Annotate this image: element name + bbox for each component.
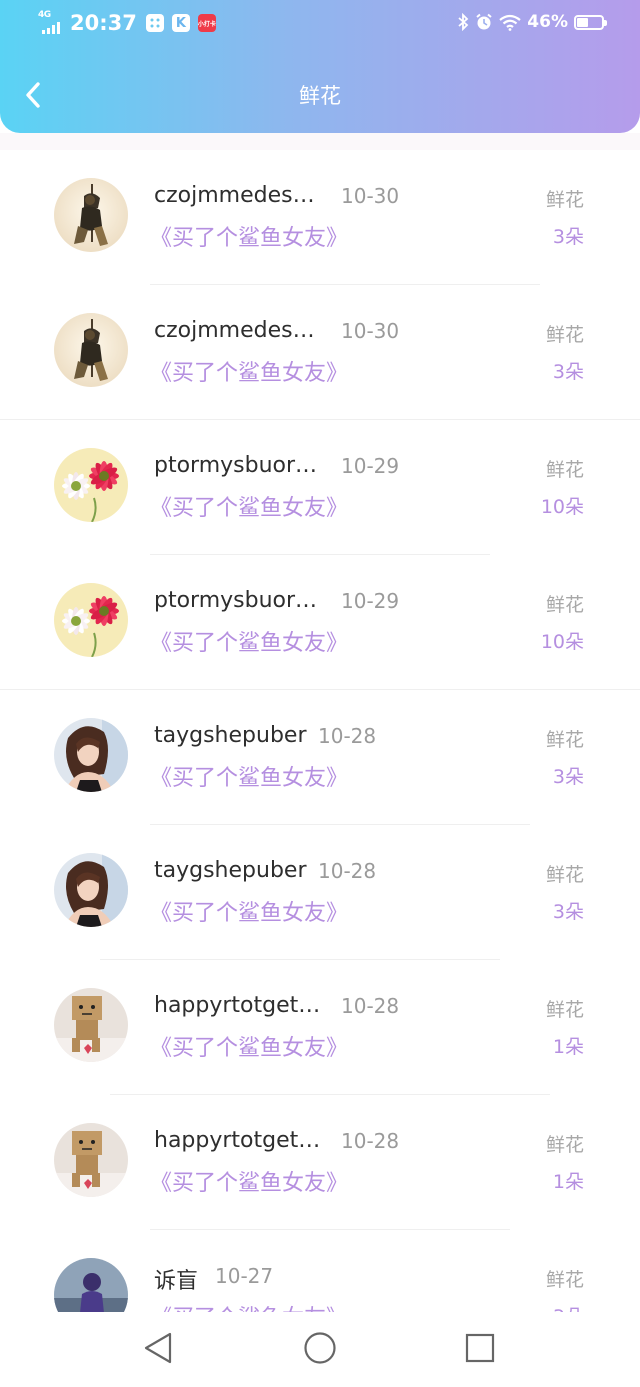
gift-type: 鲜花 — [545, 189, 584, 211]
user-name: happyrtotget… — [154, 993, 321, 1018]
list-item[interactable]: ptormysbuor… 10-29 《买了个鲨鱼女友》 鲜花 10朵 — [0, 420, 640, 555]
gift-count: 3朵 — [552, 901, 584, 923]
book-title[interactable]: 《买了个鲨鱼女友》 — [150, 1165, 348, 1197]
header-bar: 4G 20:37 K 小打卡 46% 鲜花 — [0, 0, 640, 133]
gift-type: 鲜花 — [545, 594, 584, 616]
gift-type: 鲜花 — [545, 1134, 584, 1156]
silhouette-avatar[interactable] — [54, 1258, 128, 1312]
signal-icon: 4G — [36, 10, 64, 36]
flower-avatar[interactable] — [54, 583, 128, 657]
triangle-back-icon — [144, 1332, 172, 1364]
gift-type: 鲜花 — [545, 729, 584, 751]
status-time: 20:37 — [70, 11, 137, 35]
box-robot-avatar[interactable] — [54, 1123, 128, 1197]
gift-type: 鲜花 — [545, 324, 584, 346]
book-title[interactable]: 《买了个鲨鱼女友》 — [150, 355, 348, 387]
book-title[interactable]: 《买了个鲨鱼女友》 — [150, 895, 348, 927]
list-item[interactable]: czojmmedes… 10-30 《买了个鲨鱼女友》 鲜花 3朵 — [0, 285, 640, 420]
list-item[interactable]: happyrtotget… 10-28 《买了个鲨鱼女友》 鲜花 1朵 — [0, 1095, 640, 1230]
gift-date: 10-28 — [341, 994, 400, 1018]
book-title[interactable]: 《买了个鲨鱼女友》 — [150, 490, 348, 522]
alarm-icon — [476, 13, 492, 30]
system-nav-bar — [0, 1312, 640, 1387]
book-title[interactable]: 《买了个鲨鱼女友》 — [150, 625, 348, 657]
square-recent-icon — [465, 1333, 495, 1363]
user-name: ptormysbuor… — [154, 588, 318, 613]
gift-count: 1朵 — [552, 1171, 584, 1193]
gift-date: 10-28 — [318, 724, 377, 748]
user-name: taygshepuber — [154, 723, 307, 748]
gift-count: 3朵 — [553, 1302, 584, 1312]
statue-avatar[interactable] — [54, 178, 128, 252]
network-type: 4G — [38, 10, 51, 20]
list-top-spacer — [0, 133, 640, 150]
user-name: taygshepuber — [154, 858, 307, 883]
user-name: ptormysbuor… — [154, 453, 318, 478]
status-bar: 4G 20:37 K 小打卡 46% — [0, 0, 640, 50]
circle-home-icon — [304, 1332, 336, 1364]
gift-date: 10-28 — [341, 1129, 400, 1153]
gift-type: 鲜花 — [545, 1269, 584, 1291]
user-name: 诉盲 — [154, 1269, 199, 1294]
status-left: 4G 20:37 K 小打卡 — [36, 10, 224, 36]
book-title[interactable]: 《买了个鲨鱼女友》 — [150, 1030, 348, 1062]
user-name: czojmmedes… — [154, 318, 315, 343]
woman-avatar[interactable] — [54, 853, 128, 927]
list-item[interactable]: taygshepuber 10-28 《买了个鲨鱼女友》 鲜花 3朵 — [0, 825, 640, 960]
gift-date: 10-28 — [318, 859, 377, 883]
bluetooth-icon — [458, 13, 469, 31]
gift-date: 10-30 — [341, 319, 400, 343]
gift-count: 3朵 — [552, 226, 584, 248]
statue-avatar[interactable] — [54, 313, 128, 387]
list-item[interactable]: ptormysbuor… 10-29 《买了个鲨鱼女友》 鲜花 10朵 — [0, 555, 640, 690]
gift-date: 10-27 — [215, 1264, 274, 1288]
gift-type: 鲜花 — [545, 864, 584, 886]
battery-percent: 46% — [527, 12, 568, 32]
dots-app-icon — [145, 14, 164, 32]
nav-recent-button[interactable] — [462, 1330, 498, 1366]
gift-date: 10-30 — [341, 184, 400, 208]
book-title[interactable]: 《买了个鲨鱼女友》 — [150, 220, 348, 252]
gift-date: 10-29 — [341, 589, 400, 613]
gift-type: 鲜花 — [545, 999, 584, 1021]
woman-avatar[interactable] — [54, 718, 128, 792]
gift-type: 鲜花 — [545, 459, 584, 481]
nav-back-button[interactable] — [140, 1330, 176, 1366]
flower-record-list: czojmmedes… 10-30 《买了个鲨鱼女友》 鲜花 3朵 czojmm… — [0, 150, 640, 1312]
book-title[interactable]: 《买了个鲨鱼女友》 — [150, 760, 348, 792]
box-robot-avatar[interactable] — [54, 988, 128, 1062]
nav-home-button[interactable] — [302, 1330, 338, 1366]
gift-count: 1朵 — [552, 1036, 584, 1058]
list-item[interactable]: 诉盲 10-27 《买了个鲨鱼女友》 鲜花 3朵 — [0, 1230, 640, 1312]
page-title: 鲜花 — [299, 84, 341, 108]
user-name: czojmmedes… — [154, 183, 315, 208]
gift-count: 3朵 — [552, 766, 584, 788]
k-app-icon: K — [171, 14, 190, 32]
gift-date: 10-29 — [341, 454, 400, 478]
gift-count: 10朵 — [540, 496, 584, 518]
flower-avatar[interactable] — [54, 448, 128, 522]
book-title[interactable]: 《买了个鲨鱼女友》 — [150, 1300, 348, 1312]
user-name: happyrtotget… — [154, 1128, 321, 1153]
gift-count: 10朵 — [540, 631, 584, 653]
list-item[interactable]: czojmmedes… 10-30 《买了个鲨鱼女友》 鲜花 3朵 — [0, 150, 640, 285]
status-right: 46% — [457, 12, 607, 32]
list-item[interactable]: taygshepuber 10-28 《买了个鲨鱼女友》 鲜花 3朵 — [0, 690, 640, 825]
list-item[interactable]: happyrtotget… 10-28 《买了个鲨鱼女友》 鲜花 1朵 — [0, 960, 640, 1095]
battery-icon — [574, 14, 607, 30]
red-app-icon: 小打卡 — [197, 14, 216, 32]
wifi-icon — [499, 14, 521, 31]
gift-count: 3朵 — [552, 361, 584, 383]
